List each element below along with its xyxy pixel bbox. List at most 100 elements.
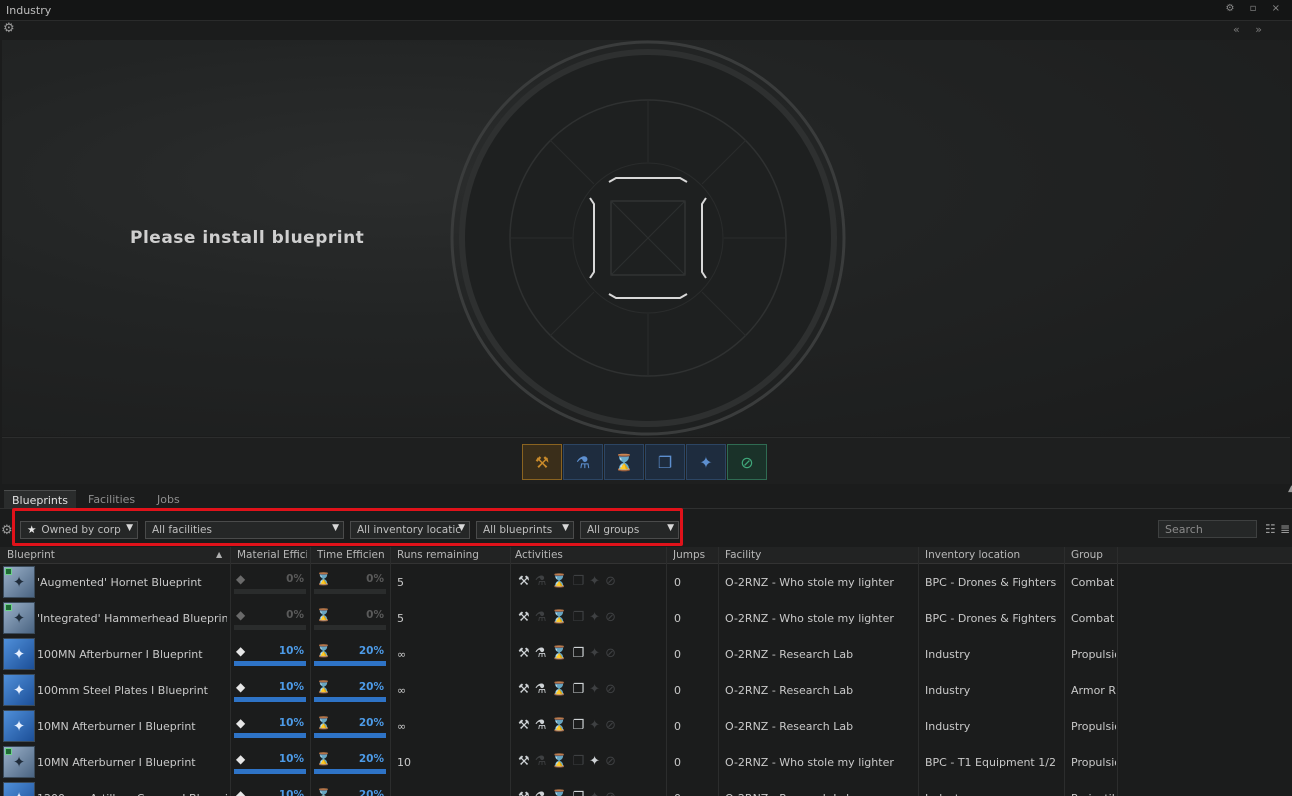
time-efficiency-value: 20% — [358, 789, 384, 796]
chevron-down-icon: ▼ — [332, 523, 339, 533]
blueprint-install-stage[interactable]: Please install blueprint — [2, 40, 1290, 436]
column-blueprint[interactable]: Blueprint — [7, 549, 207, 561]
window-controls[interactable]: ⚙ ▫ × — [1226, 3, 1286, 14]
star-icon: ★ — [27, 524, 37, 536]
column-activities[interactable]: Activities — [515, 549, 665, 561]
activity-button-research-me[interactable]: ⚗ — [563, 444, 603, 480]
activity-manufacturing-icon[interactable]: ⚒ — [518, 790, 535, 796]
activity-research-te-icon[interactable]: ⌛ — [551, 682, 572, 697]
column-jumps[interactable]: Jumps — [673, 549, 717, 561]
chevron-down-icon: ▼ — [126, 523, 133, 533]
facilities-dropdown[interactable]: All facilities ▼ — [145, 521, 344, 539]
blueprint-thumbnail[interactable]: ✦ — [3, 710, 35, 742]
time-efficiency-value: 20% — [358, 681, 384, 693]
column-material-efficiency[interactable]: Material Effici — [237, 549, 307, 561]
column-group[interactable]: Group — [1071, 549, 1117, 561]
settings-gear-icon[interactable]: ⚙ — [3, 21, 15, 36]
filter-settings-gear-icon[interactable]: ⚙ — [1, 523, 13, 538]
material-efficiency-fill — [234, 733, 306, 738]
column-facility[interactable]: Facility — [725, 549, 915, 561]
blueprint-name: 10MN Afterburner I Blueprint — [37, 756, 196, 769]
activity-button-invention[interactable]: ✦ — [686, 444, 726, 480]
activity-manufacturing-icon[interactable]: ⚒ — [518, 718, 535, 733]
table-row[interactable]: ✦ 100mm Steel Plates I Blueprint ◆ 10% ⌛ 20% ∞… — [0, 672, 1292, 708]
expand-up-icon[interactable]: ▲ — [1288, 484, 1292, 494]
group-name: Projectile — [1071, 792, 1116, 796]
activity-research-me-icon[interactable]: ⚗ — [535, 790, 552, 796]
owner-dropdown[interactable]: ★ Owned by corp ▼ — [20, 521, 138, 539]
time-efficiency-cell: ⌛ 20% — [314, 644, 386, 666]
material-efficiency-bar — [234, 625, 306, 630]
detail-view-icon[interactable]: ≣ — [1280, 522, 1290, 536]
blueprint-thumbnail[interactable]: ✦ — [3, 674, 35, 706]
blueprint-thumbnail[interactable]: ✦ — [3, 566, 35, 598]
table-row[interactable]: ✦ 'Augmented' Hornet Blueprint ◆ 0% ⌛ 0% 5 ⚒⚗⌛❐… — [0, 564, 1292, 600]
hourglass-icon: ⌛ — [316, 752, 331, 766]
activity-research-te-icon[interactable]: ⌛ — [551, 646, 572, 661]
search-input[interactable] — [1158, 520, 1257, 538]
activity-research-te-icon[interactable]: ⌛ — [551, 718, 572, 733]
table-row[interactable]: ✦ 100MN Afterburner I Blueprint ◆ 10% ⌛ 20% ∞ ⚒… — [0, 636, 1292, 672]
activity-button-manufacturing[interactable]: ⚒ — [522, 444, 562, 480]
activity-manufacturing-icon[interactable]: ⚒ — [518, 574, 535, 589]
activity-manufacturing-icon[interactable]: ⚒ — [518, 610, 535, 625]
blueprint-slot-ring[interactable] — [446, 40, 850, 436]
activity-button-research-te[interactable]: ⌛ — [604, 444, 644, 480]
activity-copying-icon[interactable]: ❐ — [573, 682, 590, 697]
facility-name: O-2RNZ - Who stole my lighter — [725, 612, 894, 625]
table-row[interactable]: ✦ 1200mm Artillery Cannon I Blueprint ◆ 10%… — [0, 780, 1292, 796]
material-efficiency-icon: ◆ — [236, 608, 246, 622]
activity-copying-icon[interactable]: ❐ — [573, 790, 590, 796]
time-efficiency-value: 20% — [358, 753, 384, 765]
column-inventory-location[interactable]: Inventory location — [925, 549, 1063, 561]
table-row[interactable]: ✦ 10MN Afterburner I Blueprint ◆ 10% ⌛ 20% 10 ⚒… — [0, 744, 1292, 780]
table-row[interactable]: ✦ 'Integrated' Hammerhead Blueprint ◆ 0% ⌛ 0%… — [0, 600, 1292, 636]
blueprint-thumbnail[interactable]: ✦ — [3, 782, 35, 796]
activity-research-me-icon: ⚗ — [534, 574, 552, 589]
time-efficiency-bar — [314, 733, 386, 738]
blueprint-thumbnail[interactable]: ✦ — [3, 602, 35, 634]
inventory-location: BPC - T1 Equipment 1/2 — [925, 756, 1056, 769]
hourglass-icon: ⌛ — [316, 644, 331, 658]
facility-name: O-2RNZ - Research Lab — [725, 720, 854, 733]
material-efficiency-value: 0% — [286, 609, 304, 621]
material-efficiency-fill — [234, 697, 306, 702]
blueprints-dropdown[interactable]: All blueprints ▼ — [476, 521, 574, 539]
tab-jobs[interactable]: Jobs — [149, 490, 188, 508]
reactions-icon: ⊘ — [740, 452, 754, 472]
activity-invention-icon: ✦ — [589, 646, 606, 661]
tab-blueprints[interactable]: Blueprints — [4, 490, 76, 508]
activity-button-copying[interactable]: ❐ — [645, 444, 685, 480]
activity-manufacturing-icon[interactable]: ⚒ — [518, 682, 535, 697]
activity-research-me-icon[interactable]: ⚗ — [535, 682, 552, 697]
jumps-value: 0 — [674, 720, 681, 733]
table-row[interactable]: ✦ 10MN Afterburner I Blueprint ◆ 10% ⌛ 20% ∞ ⚒⚗… — [0, 708, 1292, 744]
activity-manufacturing-icon[interactable]: ⚒ — [518, 646, 535, 661]
column-time-efficiency[interactable]: Time Efficienc — [317, 549, 385, 561]
facilities-dropdown-label: All facilities — [152, 524, 212, 536]
activity-button-reactions[interactable]: ⊘ — [727, 444, 767, 480]
material-efficiency-bar — [234, 589, 306, 594]
column-runs-remaining[interactable]: Runs remaining — [397, 549, 507, 561]
list-view-icon[interactable]: ☷ — [1265, 522, 1276, 536]
blueprint-thumbnail[interactable]: ✦ — [3, 638, 35, 670]
activity-manufacturing-icon[interactable]: ⚒ — [518, 754, 535, 769]
collapse-arrows-icon[interactable]: « » — [1233, 23, 1268, 36]
material-efficiency-cell: ◆ 0% — [234, 608, 306, 630]
copying-icon: ❐ — [657, 452, 673, 472]
activity-copying-icon[interactable]: ❐ — [573, 646, 590, 661]
tab-facilities[interactable]: Facilities — [80, 490, 143, 508]
activity-research-me-icon[interactable]: ⚗ — [535, 646, 552, 661]
activity-invention-icon: ✦ — [589, 718, 606, 733]
activity-copying-icon[interactable]: ❐ — [573, 718, 590, 733]
blueprint-icon: ✦ — [12, 573, 26, 591]
activity-research-te-icon[interactable]: ⌛ — [551, 790, 572, 796]
material-efficiency-bar — [234, 769, 306, 774]
groups-dropdown[interactable]: All groups ▼ — [580, 521, 679, 539]
time-efficiency-cell: ⌛ 20% — [314, 680, 386, 702]
inventory-dropdown[interactable]: All inventory locatic ▼ — [350, 521, 470, 539]
activity-research-me-icon[interactable]: ⚗ — [535, 718, 552, 733]
blueprint-thumbnail[interactable]: ✦ — [3, 746, 35, 778]
activity-invention-icon[interactable]: ✦ — [589, 754, 605, 769]
time-efficiency-bar — [314, 769, 386, 774]
